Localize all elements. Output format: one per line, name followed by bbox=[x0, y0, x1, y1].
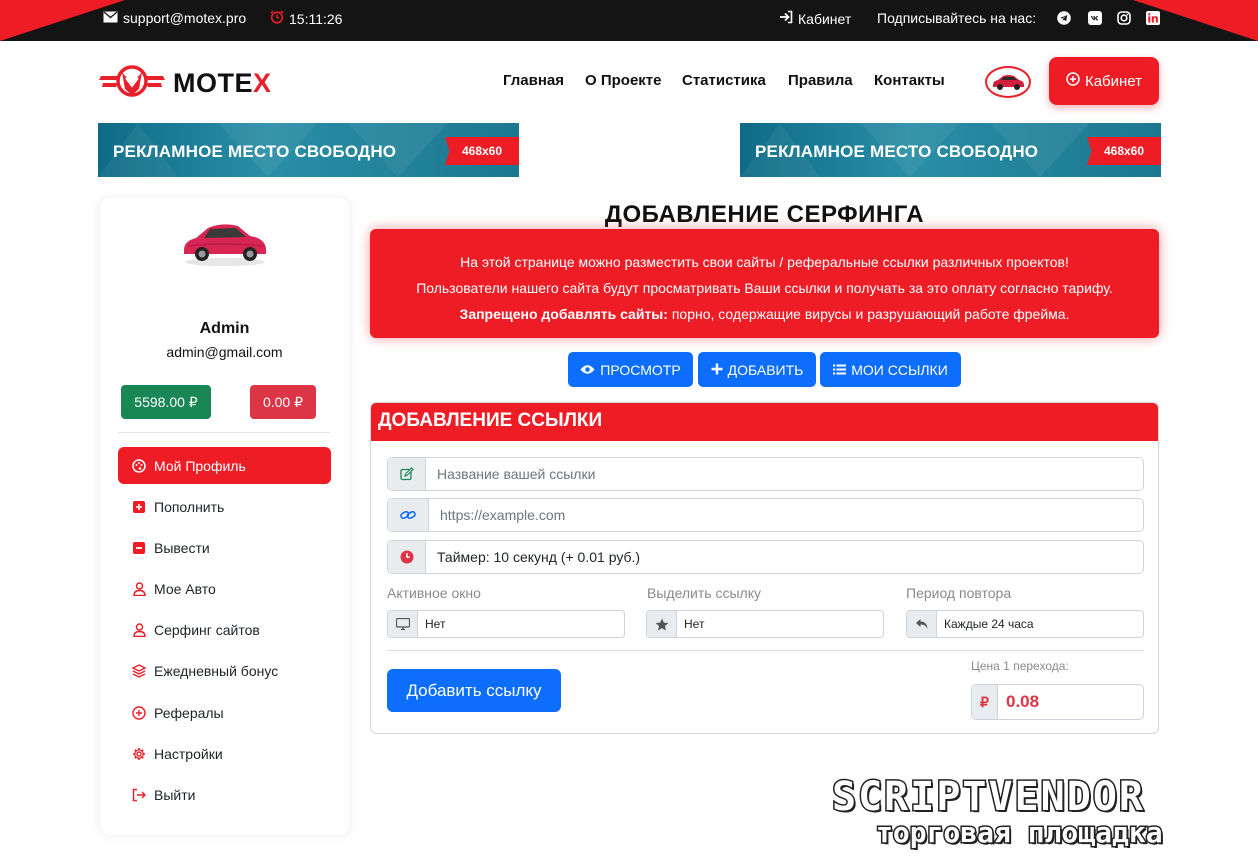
profile-name: Admin bbox=[199, 320, 250, 337]
banner-size: 468x60 bbox=[1087, 137, 1161, 165]
nav-home[interactable]: Главная bbox=[503, 72, 564, 89]
cabinet-button[interactable]: Кабинет bbox=[1049, 57, 1159, 105]
price-label: Цена 1 перехода: bbox=[971, 659, 1069, 673]
palette-icon bbox=[132, 458, 146, 473]
login-icon bbox=[779, 10, 793, 27]
alert-line-1: На этой странице можно разместить свои с… bbox=[460, 254, 1069, 270]
link-url-field[interactable]: https://example.com bbox=[387, 498, 1144, 532]
add-button[interactable]: ДОБАВИТЬ bbox=[698, 352, 816, 387]
nav-contacts[interactable]: Контакты bbox=[874, 72, 945, 89]
link-url-placeholder: https://example.com bbox=[440, 507, 566, 523]
ad-balance-badge[interactable]: 0.00 ₽ bbox=[250, 385, 316, 419]
sidebar-item-deposit[interactable]: Пополнить bbox=[118, 488, 331, 525]
banner-text: РЕКЛАМНОЕ МЕСТО СВОБОДНО bbox=[755, 142, 1039, 161]
banner-text: РЕКЛАМНОЕ МЕСТО СВОБОДНО bbox=[113, 142, 397, 161]
user-icon bbox=[132, 581, 146, 596]
watermark-title: SCRIPTVENDOR bbox=[831, 773, 1145, 822]
watermark-subtitle: торговая площадка bbox=[875, 815, 1165, 851]
plus-icon bbox=[711, 362, 723, 378]
active-window-label: Активное окно bbox=[387, 585, 481, 601]
page-title: ДОБАВЛЕНИЕ СЕРФИНГА bbox=[604, 201, 925, 228]
sidebar-item-referrals[interactable]: Рефералы bbox=[118, 694, 331, 731]
sidebar-item-surfing[interactable]: Серфинг сайтов bbox=[118, 611, 331, 648]
active-window-value: Нет bbox=[425, 617, 446, 631]
highlight-select[interactable]: Нет bbox=[646, 610, 884, 638]
highlight-value: Нет bbox=[684, 617, 705, 631]
subscribe-label: Подписывайтесь на нас: bbox=[877, 10, 1037, 26]
alert-line-3: Запрещено добавлять сайты: порно, содерж… bbox=[459, 306, 1070, 322]
reply-icon bbox=[907, 611, 937, 637]
ruble-icon: ₽ bbox=[972, 685, 998, 719]
logout-icon bbox=[132, 788, 146, 802]
link-icon bbox=[388, 499, 429, 531]
telegram-icon[interactable] bbox=[1057, 11, 1071, 25]
sidebar-divider bbox=[118, 432, 331, 433]
nav-statistics[interactable]: Статистика bbox=[682, 72, 766, 89]
alert-line-2: Пользователи нашего сайта будут просматр… bbox=[416, 280, 1113, 296]
form-divider bbox=[387, 650, 1144, 651]
car-avatar-icon bbox=[993, 75, 1024, 90]
alarm-clock-icon bbox=[270, 10, 284, 27]
price-field: ₽ 0.08 bbox=[971, 684, 1144, 720]
watermark: SCRIPTVENDOR торговая площадка bbox=[818, 770, 1258, 858]
ad-banner-right[interactable]: РЕКЛАМНОЕ МЕСТО СВОБОДНО 468x60 bbox=[740, 123, 1161, 177]
support-email[interactable]: support@motex.pro bbox=[103, 10, 246, 26]
card-title: ДОБАВЛЕНИЕ ССЫЛКИ bbox=[371, 403, 1158, 441]
logo-emblem-icon bbox=[99, 64, 165, 103]
list-icon bbox=[833, 362, 847, 378]
gear-icon bbox=[132, 747, 146, 761]
sidebar-item-withdraw[interactable]: Вывести bbox=[118, 529, 331, 566]
logo-text: MOTEX bbox=[173, 68, 272, 98]
nav-about[interactable]: О Проекте bbox=[585, 72, 661, 89]
repeat-period-select[interactable]: Каждые 24 часа bbox=[906, 610, 1144, 638]
nav-rules[interactable]: Правила bbox=[788, 72, 853, 89]
envelope-icon bbox=[103, 10, 118, 26]
linkedin-icon[interactable] bbox=[1146, 11, 1160, 25]
active-window-select[interactable]: Нет bbox=[387, 610, 625, 638]
layers-icon bbox=[132, 663, 146, 678]
profile-car-image bbox=[184, 224, 266, 266]
add-link-card: ДОБАВЛЕНИЕ ССЫЛКИ Название вашей ссылки … bbox=[370, 402, 1159, 734]
timer-select[interactable]: Таймер: 10 секунд (+ 0.01 руб.) bbox=[387, 540, 1144, 574]
plus-square-icon bbox=[132, 500, 146, 514]
eye-icon bbox=[580, 362, 595, 378]
view-button[interactable]: ПРОСМОТР bbox=[568, 352, 693, 387]
sidebar-item-settings[interactable]: Настройки bbox=[118, 735, 331, 772]
link-name-field[interactable]: Название вашей ссылки bbox=[387, 457, 1144, 491]
user-icon bbox=[132, 622, 146, 637]
edit-icon bbox=[388, 458, 426, 490]
clock-icon bbox=[388, 541, 426, 573]
instagram-icon[interactable] bbox=[1117, 11, 1131, 25]
minus-square-icon bbox=[132, 541, 146, 555]
monitor-icon bbox=[388, 611, 418, 637]
add-link-submit-button[interactable]: Добавить ссылку bbox=[387, 669, 561, 712]
price-value: 0.08 bbox=[1006, 692, 1040, 711]
ad-banner-left[interactable]: РЕКЛАМНОЕ МЕСТО СВОБОДНО 468x60 bbox=[98, 123, 519, 177]
star-icon bbox=[647, 611, 677, 637]
plus-circle-icon bbox=[1066, 72, 1080, 90]
repeat-period-label: Период повтора bbox=[906, 585, 1012, 601]
timer-value: Таймер: 10 секунд (+ 0.01 руб.) bbox=[437, 549, 641, 565]
my-links-button[interactable]: МОИ ССЫЛКИ bbox=[820, 352, 961, 387]
sidebar-item-my-car[interactable]: Мое Авто bbox=[118, 570, 331, 607]
profile-sidebar: Admin admin@gmail.com 5598.00 ₽ 0.00 ₽ М… bbox=[100, 198, 349, 835]
topbar-cabinet-link[interactable]: Кабинет bbox=[779, 10, 851, 27]
banner-size: 468x60 bbox=[445, 137, 519, 165]
sidebar-item-my-profile[interactable]: Мой Профиль bbox=[118, 447, 331, 484]
vk-icon[interactable] bbox=[1088, 11, 1102, 25]
site-logo[interactable]: MOTEX bbox=[99, 64, 272, 103]
main-balance-badge[interactable]: 5598.00 ₽ bbox=[121, 385, 211, 419]
plus-circle-icon bbox=[132, 705, 146, 720]
top-bar: support@motex.pro 15:11:26 Кабинет Подпи… bbox=[0, 0, 1258, 41]
info-alert: На этой странице можно разместить свои с… bbox=[370, 229, 1159, 338]
sidebar-item-daily-bonus[interactable]: Ежедневный бонус bbox=[118, 652, 331, 689]
user-avatar[interactable] bbox=[985, 66, 1031, 98]
repeat-period-value: Каждые 24 часа bbox=[944, 617, 1034, 631]
clock: 15:11:26 bbox=[270, 10, 342, 27]
profile-email: admin@gmail.com bbox=[166, 344, 283, 360]
sidebar-item-logout[interactable]: Выйти bbox=[118, 776, 331, 813]
highlight-label: Выделить ссылку bbox=[647, 585, 761, 601]
link-name-placeholder: Название вашей ссылки bbox=[437, 466, 596, 482]
